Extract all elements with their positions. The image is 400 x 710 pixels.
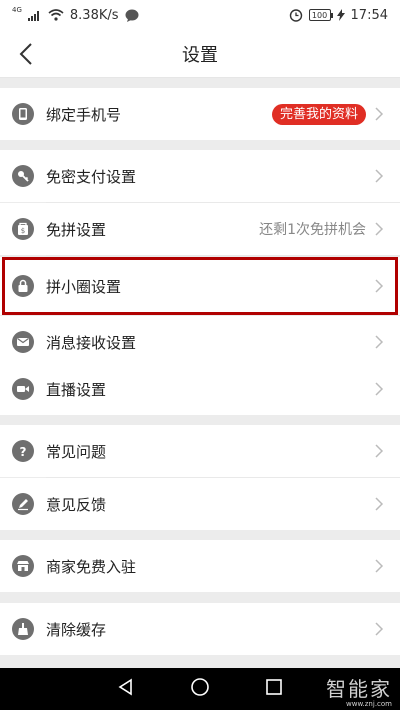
lock-icon <box>12 275 34 297</box>
svg-text:?: ? <box>20 445 27 458</box>
header: 设置 <box>0 30 400 78</box>
watermark: 智能家 www.znj.com <box>326 673 392 708</box>
message-icon <box>125 9 139 22</box>
status-bar: 4G 8.38K/s 100 17:54 <box>0 0 400 30</box>
settings-label: 直播设置 <box>46 380 107 399</box>
battery-icon: 100 <box>308 9 333 21</box>
divider <box>46 255 400 256</box>
chevron-right-icon <box>375 107 384 121</box>
network-type: 4G <box>12 6 22 14</box>
page-title: 设置 <box>182 44 218 66</box>
broom-icon <box>12 618 34 640</box>
battery-level: 100 <box>311 10 328 20</box>
clock: 17:54 <box>350 7 388 23</box>
settings-label: 拼小圈设置 <box>46 277 122 296</box>
settings-row-bind-phone[interactable]: 绑定手机号 完善我的资料 <box>0 88 400 140</box>
mail-icon <box>12 331 34 353</box>
nav-recents-button[interactable] <box>265 678 283 700</box>
back-button[interactable] <box>12 40 40 68</box>
watermark-text: 智能家 <box>326 677 392 701</box>
settings-label: 绑定手机号 <box>46 105 122 124</box>
settings-row-password-free-pay[interactable]: 免密支付设置 <box>0 150 400 202</box>
recents-square-icon <box>265 679 282 695</box>
chevron-right-icon <box>375 382 384 396</box>
settings-row-faq[interactable]: ? 常见问题 <box>0 425 400 477</box>
settings-row-merchant[interactable]: 商家免费入驻 <box>0 540 400 592</box>
wifi-icon <box>48 9 64 21</box>
chevron-right-icon <box>375 222 384 236</box>
settings-label: 意见反馈 <box>46 495 107 514</box>
home-circle-icon <box>191 678 209 696</box>
free-group-icon: $ <box>12 218 34 240</box>
video-camera-icon <box>12 378 34 400</box>
settings-label: 常见问题 <box>46 442 107 461</box>
chevron-right-icon <box>375 622 384 636</box>
chevron-right-icon <box>375 169 384 183</box>
key-icon <box>12 165 34 187</box>
network-speed: 8.38K/s <box>69 7 119 23</box>
settings-label: 消息接收设置 <box>46 333 137 352</box>
settings-label: 商家免费入驻 <box>46 557 137 576</box>
pencil-icon <box>12 493 34 515</box>
alarm-icon <box>289 9 302 22</box>
nav-back-button[interactable] <box>117 678 135 700</box>
settings-row-free-group[interactable]: $ 免拼设置 还剩1次免拼机会 <box>0 203 400 255</box>
chevron-right-icon <box>375 497 384 511</box>
signal-icon <box>27 11 39 21</box>
svg-text:$: $ <box>21 227 25 235</box>
free-group-remaining: 还剩1次免拼机会 <box>259 222 366 238</box>
settings-row-feedback[interactable]: 意见反馈 <box>0 478 400 530</box>
chevron-left-icon <box>19 43 32 65</box>
settings-row-clear-cache[interactable]: 清除缓存 <box>0 603 400 655</box>
back-triangle-icon <box>118 678 133 696</box>
charging-icon <box>336 9 345 21</box>
settings-label: 免拼设置 <box>46 220 107 239</box>
settings-label: 免密支付设置 <box>46 167 137 186</box>
store-icon <box>12 555 34 577</box>
chevron-right-icon <box>375 279 384 293</box>
chevron-right-icon <box>375 335 384 349</box>
settings-row-pin-circle[interactable]: 拼小圈设置 <box>0 257 400 315</box>
complete-profile-badge[interactable]: 完善我的资料 <box>271 103 366 125</box>
settings-label: 清除缓存 <box>46 620 107 639</box>
chevron-right-icon <box>375 444 384 458</box>
settings-row-message[interactable]: 消息接收设置 <box>0 316 400 368</box>
phone-icon <box>12 103 34 125</box>
chevron-right-icon <box>375 559 384 573</box>
settings-row-live[interactable]: 直播设置 <box>0 363 400 415</box>
question-icon: ? <box>12 440 34 462</box>
nav-home-button[interactable] <box>190 677 210 701</box>
